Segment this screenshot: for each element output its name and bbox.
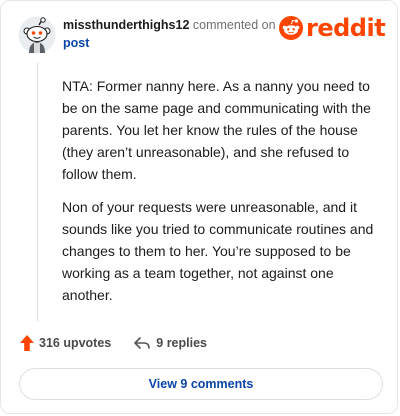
comment-body: NTA: Former nanny here. As a nanny you n… xyxy=(62,75,382,317)
reply-count[interactable]: 9 replies xyxy=(156,336,207,350)
comment-header: missthunderthighs12 commented on xyxy=(63,17,276,33)
snoo-avatar-icon xyxy=(18,16,56,54)
comment-action: commented on xyxy=(192,18,276,32)
comment-actions: 316 upvotes 9 replies xyxy=(19,334,207,352)
reddit-wordmark: reddit xyxy=(306,14,386,42)
post-link[interactable]: post xyxy=(63,35,89,51)
reply-arrow-icon[interactable] xyxy=(133,335,151,351)
user-avatar[interactable] xyxy=(18,16,56,54)
thread-line xyxy=(37,63,38,321)
reddit-logo[interactable]: reddit xyxy=(279,14,386,42)
upvote-arrow-icon[interactable] xyxy=(19,334,35,352)
username-link[interactable]: missthunderthighs12 xyxy=(63,18,189,32)
upvote-count: 316 upvotes xyxy=(39,336,112,350)
reddit-snoo-icon xyxy=(279,16,303,40)
comment-card: missthunderthighs12 commented on post re… xyxy=(0,0,398,414)
view-comments-button[interactable]: View 9 comments xyxy=(19,368,383,400)
comment-paragraph: Non of your requests were unreasonable, … xyxy=(62,199,374,303)
comment-paragraph: NTA: Former nanny here. As a nanny you n… xyxy=(62,78,371,182)
